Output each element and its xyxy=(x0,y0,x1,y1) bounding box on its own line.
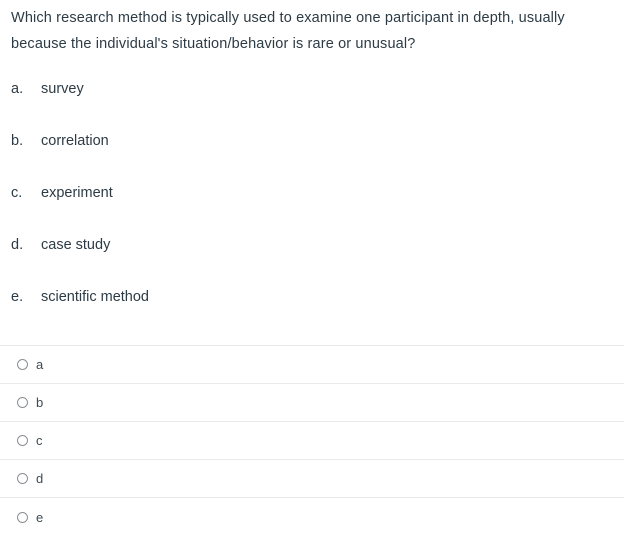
choice-letter-a: a. xyxy=(11,81,24,97)
choice-item-b: b. correlation xyxy=(11,131,611,183)
choice-item-e: e. scientific method xyxy=(11,287,611,339)
answer-option-label-e: e xyxy=(36,509,44,525)
choice-item-a: a. survey xyxy=(11,79,611,131)
answer-option-e[interactable]: e xyxy=(0,498,624,536)
choice-letter-d: d. xyxy=(11,237,24,253)
answer-option-c[interactable]: c xyxy=(0,422,624,460)
answer-options-group: a b c d e xyxy=(0,345,624,536)
quiz-question-page: Which research method is typically used … xyxy=(0,0,624,542)
choice-list: a. survey b. correlation c. experiment d… xyxy=(11,79,611,339)
choice-letter-e: e. xyxy=(11,289,24,305)
choice-text-c: experiment xyxy=(41,185,113,201)
answer-option-b[interactable]: b xyxy=(0,384,624,422)
radio-button-icon[interactable] xyxy=(17,435,28,446)
answer-option-label-d: d xyxy=(36,471,44,486)
radio-button-icon[interactable] xyxy=(17,397,28,408)
choice-text-e: scientific method xyxy=(41,289,149,305)
choice-letter-c: c. xyxy=(11,185,23,201)
choice-text-b: correlation xyxy=(41,133,109,149)
choice-item-c: c. experiment xyxy=(11,183,611,235)
radio-button-icon[interactable] xyxy=(17,511,28,523)
question-stem: Which research method is typically used … xyxy=(11,10,565,52)
choice-text-d: case study xyxy=(41,237,111,253)
radio-button-icon[interactable] xyxy=(17,359,28,370)
choice-letter-b: b. xyxy=(11,133,24,149)
radio-button-icon[interactable] xyxy=(17,473,28,484)
choice-text-a: survey xyxy=(41,81,84,97)
answer-option-label-b: b xyxy=(36,395,44,410)
answer-option-label-c: c xyxy=(36,433,43,448)
choice-item-d: d. case study xyxy=(11,235,611,287)
answer-option-label-a: a xyxy=(36,357,44,372)
answer-option-d[interactable]: d xyxy=(0,460,624,498)
answer-option-a[interactable]: a xyxy=(0,346,624,384)
